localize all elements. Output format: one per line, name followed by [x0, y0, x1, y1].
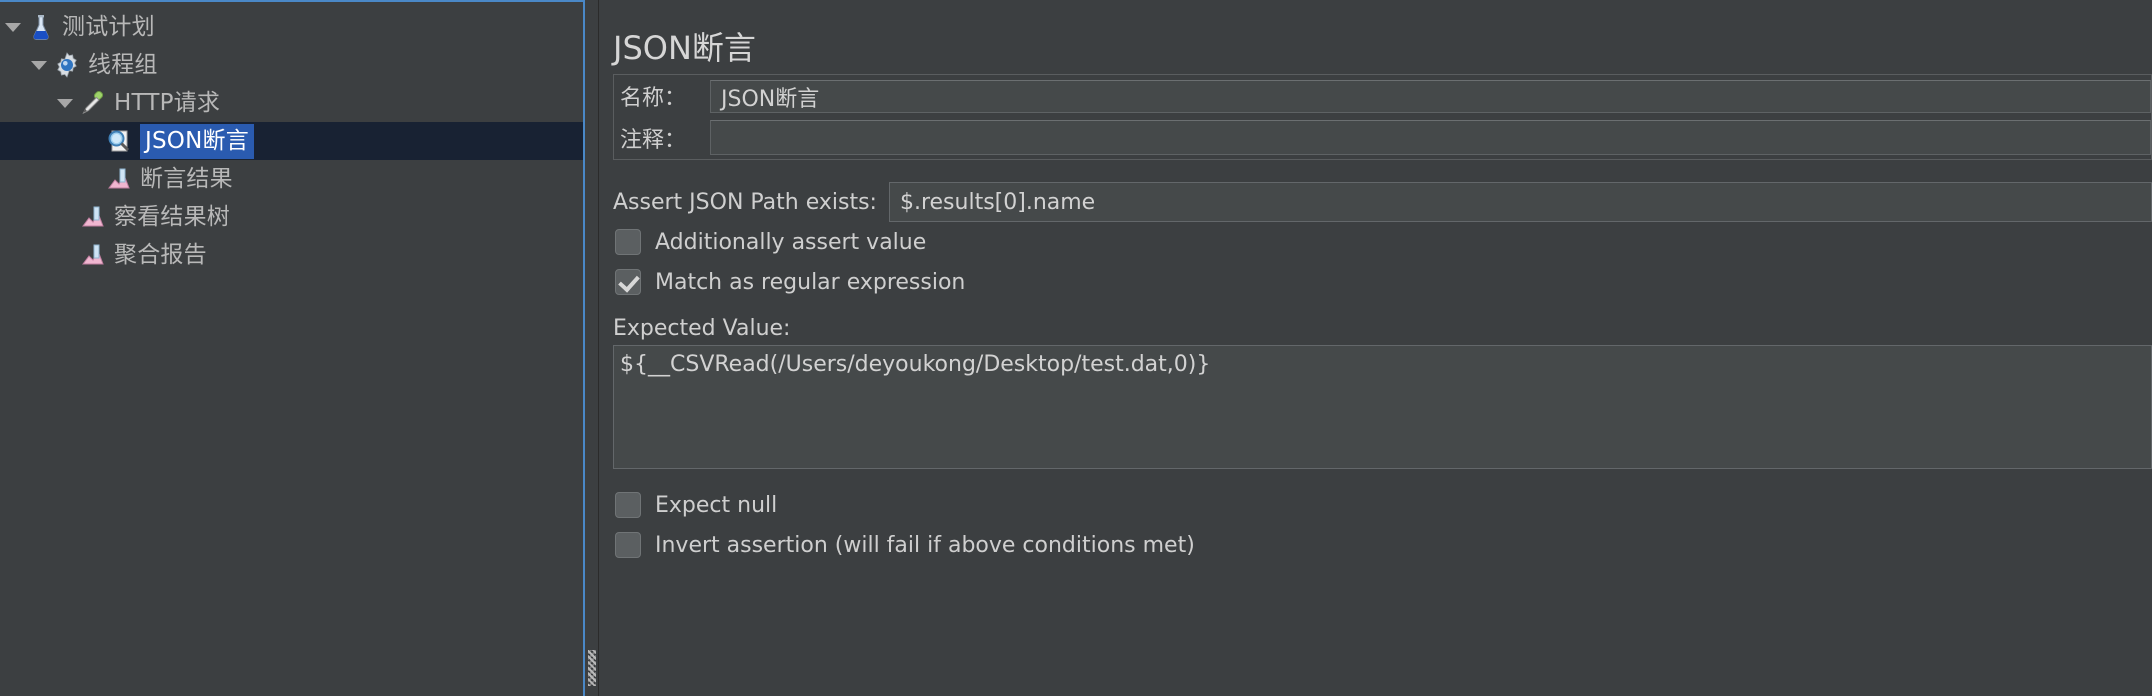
name-field-row: 名称： JSON断言 [614, 75, 2151, 117]
invert-assertion-label: Invert assertion (will fail if above con… [655, 532, 1195, 558]
match-regex-row[interactable]: Match as regular expression [615, 262, 2152, 302]
test-plan-tree[interactable]: 测试计划 线程组 HTTP请求 JSON断言 断言结果 察看结果树 聚合报告 [0, 0, 585, 696]
assert-json-path-input[interactable]: $.results[0].name [888, 182, 2152, 222]
tree-node-label: JSON断言 [140, 123, 254, 159]
expect-null-checkbox[interactable] [615, 492, 641, 518]
assert-json-path-row: Assert JSON Path exists: $.results[0].na… [613, 182, 2152, 222]
chevron-down-icon[interactable] [0, 8, 26, 46]
additionally-assert-value-label: Additionally assert value [655, 229, 927, 255]
chart-listener-icon [104, 164, 134, 194]
expected-value-textarea[interactable]: ${__CSVRead(/Users/deyoukong/Desktop/tes… [613, 345, 2152, 469]
tree-node-label: HTTP请求 [114, 90, 221, 116]
tree-node-test-plan[interactable]: 测试计划 [0, 8, 583, 46]
tree-node-json-assertion[interactable]: JSON断言 [0, 122, 583, 160]
jmeter-window: 测试计划 线程组 HTTP请求 JSON断言 断言结果 察看结果树 聚合报告 J… [0, 0, 2152, 696]
tree-node-aggregate-report[interactable]: 聚合报告 [0, 236, 583, 274]
invert-assertion-checkbox[interactable] [615, 532, 641, 558]
chevron-down-icon[interactable] [52, 84, 78, 122]
tree-node-label: 测试计划 [62, 14, 155, 40]
magnifier-icon [104, 126, 134, 156]
json-assertion-editor: JSON断言 名称： JSON断言 注释： Assert JSON Path e… [599, 0, 2152, 696]
tree-node-assertion-results[interactable]: 断言结果 [0, 160, 583, 198]
additionally-assert-value-checkbox[interactable] [615, 229, 641, 255]
flask-icon [26, 12, 56, 42]
pipette-icon [78, 88, 108, 118]
chevron-down-icon[interactable] [26, 46, 52, 84]
expected-value-label: Expected Value: [613, 316, 791, 341]
tree-node-http-request[interactable]: HTTP请求 [0, 84, 583, 122]
assert-json-path-label: Assert JSON Path exists: [613, 189, 877, 215]
expect-null-row[interactable]: Expect null [615, 485, 2152, 525]
tree-node-view-results-tree[interactable]: 察看结果树 [0, 198, 583, 236]
panel-splitter[interactable] [585, 0, 599, 696]
tree-node-label: 聚合报告 [114, 242, 207, 268]
tree-node-label: 察看结果树 [114, 204, 230, 230]
chart-listener-icon [78, 240, 108, 270]
gear-icon [52, 50, 82, 80]
chart-listener-icon [78, 202, 108, 232]
match-regex-label: Match as regular expression [655, 269, 966, 295]
comment-input[interactable] [710, 120, 2151, 155]
invert-assertion-row[interactable]: Invert assertion (will fail if above con… [615, 525, 2152, 565]
name-comment-group: 名称： JSON断言 注释： [613, 74, 2152, 160]
tree-node-thread-group[interactable]: 线程组 [0, 46, 583, 84]
tree-node-label: 断言结果 [140, 166, 233, 192]
name-input[interactable]: JSON断言 [710, 80, 2151, 113]
name-label: 名称： [620, 86, 687, 111]
page-title: JSON断言 [613, 29, 756, 67]
expect-null-label: Expect null [655, 492, 778, 518]
comment-label: 注释： [620, 128, 687, 153]
splitter-grip-icon[interactable] [588, 650, 596, 686]
match-regex-checkbox[interactable] [615, 269, 641, 295]
tree-node-label: 线程组 [88, 52, 158, 78]
comment-field-row: 注释： [614, 117, 2151, 159]
additionally-assert-value-row[interactable]: Additionally assert value [615, 222, 2152, 262]
